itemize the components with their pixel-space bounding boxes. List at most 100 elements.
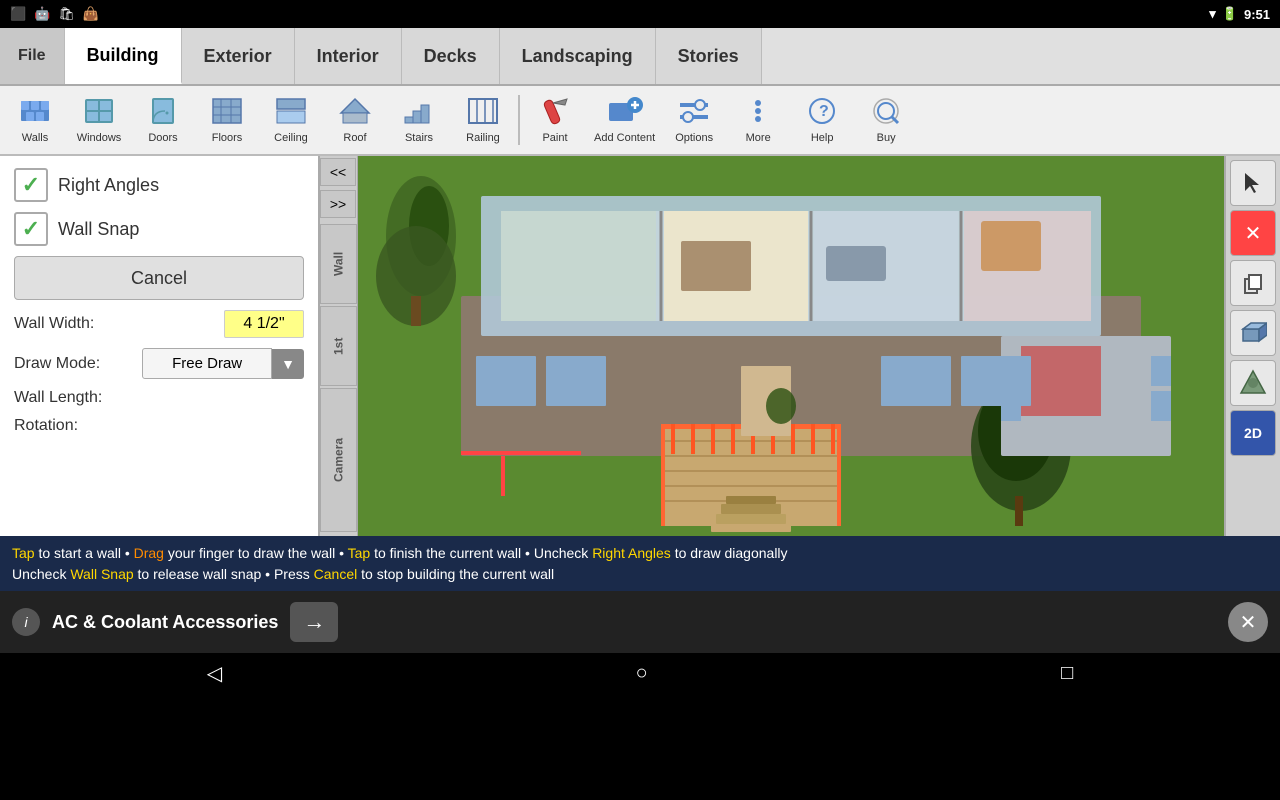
back-btn[interactable]: ◁ xyxy=(207,661,222,686)
wall-length-row: Wall Length: xyxy=(14,389,304,407)
tab-landscaping[interactable]: Landscaping xyxy=(500,28,656,84)
right-angles-hint: Right Angles xyxy=(592,545,671,561)
ad-bar: i AC & Coolant Accessories → ✕ xyxy=(0,591,1280,653)
windows-icon xyxy=(83,97,115,130)
windows-label: Windows xyxy=(77,132,122,144)
bag-icon: 👜 xyxy=(83,6,99,22)
tool-stairs[interactable]: Stairs xyxy=(388,89,450,151)
battery-icon: 🔋 xyxy=(1222,6,1238,22)
right-angles-label: Right Angles xyxy=(58,175,159,196)
toolbar: Walls Windows Doors xyxy=(0,86,1280,156)
instruction-bar: Tap to start a wall • Drag your finger t… xyxy=(0,536,1280,591)
delete-tool-btn[interactable]: ✕ xyxy=(1230,210,1276,256)
roof-label: Roof xyxy=(343,132,366,144)
tool-railing[interactable]: Railing xyxy=(452,89,514,151)
tool-options[interactable]: Options xyxy=(663,89,725,151)
draw-mode-row: Draw Mode: Free Draw ▼ xyxy=(14,348,304,379)
tool-windows[interactable]: Windows xyxy=(68,89,130,151)
ad-close-btn[interactable]: ✕ xyxy=(1228,602,1268,642)
wall-snap-label: Wall Snap xyxy=(58,219,139,240)
3d-view-btn[interactable] xyxy=(1230,310,1276,356)
buy-label: Buy xyxy=(877,132,896,144)
ceiling-label: Ceiling xyxy=(274,132,308,144)
railing-icon xyxy=(467,97,499,130)
left-panel: ✓ Right Angles ✓ Wall Snap Cancel Wall W… xyxy=(0,156,320,536)
tool-floors[interactable]: Floors xyxy=(196,89,258,151)
add-content-icon xyxy=(607,97,643,130)
android-icon: 🤖 xyxy=(34,6,50,22)
tab-decks[interactable]: Decks xyxy=(402,28,500,84)
tool-add-content[interactable]: Add Content xyxy=(588,89,661,151)
stairs-icon xyxy=(403,97,435,130)
tab-exterior[interactable]: Exterior xyxy=(182,28,295,84)
shopping-icon: 🛍 xyxy=(58,6,75,22)
status-bar-left: ⬛ 🤖 🛍 👜 xyxy=(10,6,99,22)
canvas-area[interactable] xyxy=(358,156,1224,536)
paint-icon xyxy=(539,97,571,130)
wall-length-label: Wall Length: xyxy=(14,389,102,407)
walls-label: Walls xyxy=(22,132,48,144)
status-bar: ⬛ 🤖 🛍 👜 ▾ 🔋 9:51 xyxy=(0,0,1280,28)
2d-view-btn[interactable]: 2D xyxy=(1230,410,1276,456)
wall-snap-checkbox[interactable]: ✓ xyxy=(14,212,48,246)
help-label: Help xyxy=(811,132,834,144)
doors-label: Doors xyxy=(148,132,177,144)
cancel-button[interactable]: Cancel xyxy=(14,256,304,300)
cursor-tool-btn[interactable] xyxy=(1230,160,1276,206)
recents-btn[interactable]: □ xyxy=(1061,662,1073,685)
tab-stories[interactable]: Stories xyxy=(656,28,762,84)
wall-width-label: Wall Width: xyxy=(14,315,94,333)
time-display: 9:51 xyxy=(1244,7,1270,22)
status-bar-right: ▾ 🔋 9:51 xyxy=(1209,6,1270,22)
tool-doors[interactable]: Doors xyxy=(132,89,194,151)
doors-icon xyxy=(147,97,179,130)
tool-walls[interactable]: Walls xyxy=(4,89,66,151)
floors-label: Floors xyxy=(212,132,243,144)
copy-tool-btn[interactable] xyxy=(1230,260,1276,306)
collapse-left-btn[interactable]: << xyxy=(320,158,356,186)
more-label: More xyxy=(746,132,771,144)
draw-mode-arrow[interactable]: ▼ xyxy=(272,349,304,379)
right-toolbar: ✕ 2D xyxy=(1224,156,1280,536)
svg-text:?: ? xyxy=(819,103,829,120)
drag-label: Drag xyxy=(134,545,164,561)
toolbar-separator xyxy=(518,95,520,145)
tablet-icon: ⬛ xyxy=(10,6,26,22)
help-icon: ? xyxy=(806,97,838,130)
top-nav: File Building Exterior Interior Decks La… xyxy=(0,28,1280,86)
side-label-camera[interactable]: Camera xyxy=(320,388,357,532)
rotation-row: Rotation: xyxy=(14,417,304,435)
floors-icon xyxy=(211,97,243,130)
side-label-1st[interactable]: 1st xyxy=(320,306,357,386)
ad-info-btn[interactable]: i xyxy=(12,608,40,636)
material-btn[interactable] xyxy=(1230,360,1276,406)
draw-mode-dropdown: Free Draw ▼ xyxy=(142,348,304,379)
collapse-right-btn[interactable]: >> xyxy=(320,190,356,218)
floor-plan-svg xyxy=(358,156,1224,536)
ceiling-icon xyxy=(275,97,307,130)
home-btn[interactable]: ○ xyxy=(636,662,648,685)
wall-width-value[interactable]: 4 1/2" xyxy=(224,310,304,338)
tab-building[interactable]: Building xyxy=(65,28,182,84)
rotation-label: Rotation: xyxy=(14,417,78,435)
ad-text: AC & Coolant Accessories xyxy=(52,612,278,633)
android-nav: ◁ ○ □ xyxy=(0,653,1280,693)
paint-label: Paint xyxy=(542,132,567,144)
options-icon xyxy=(678,97,710,130)
tool-ceiling[interactable]: Ceiling xyxy=(260,89,322,151)
right-angles-checkbox[interactable]: ✓ xyxy=(14,168,48,202)
tab-file[interactable]: File xyxy=(0,28,65,84)
ad-arrow-btn[interactable]: → xyxy=(290,602,338,642)
side-label-wall[interactable]: Wall xyxy=(320,224,357,304)
tool-roof[interactable]: Roof xyxy=(324,89,386,151)
tap-2-label: Tap xyxy=(348,545,371,561)
tool-buy[interactable]: Buy xyxy=(855,89,917,151)
tool-paint[interactable]: Paint xyxy=(524,89,586,151)
wall-width-row: Wall Width: 4 1/2" xyxy=(14,310,304,338)
tool-help[interactable]: ? Help xyxy=(791,89,853,151)
tab-interior[interactable]: Interior xyxy=(295,28,402,84)
draw-mode-select[interactable]: Free Draw xyxy=(142,348,272,379)
main-area: ✓ Right Angles ✓ Wall Snap Cancel Wall W… xyxy=(0,156,1280,536)
tool-more[interactable]: More xyxy=(727,89,789,151)
collapse-panel: << >> Wall 1st Camera xyxy=(320,156,358,536)
